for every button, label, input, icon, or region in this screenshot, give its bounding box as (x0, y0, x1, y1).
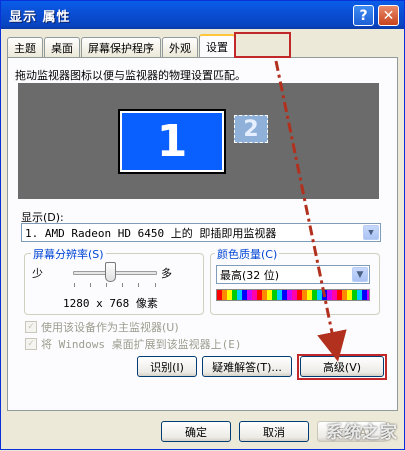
chevron-down-icon[interactable]: ▼ (352, 267, 368, 282)
primary-monitor-checkbox-row: ✓ 使用该设备作为主监视器(U) (25, 319, 179, 335)
slider-tick (74, 283, 75, 287)
close-button[interactable]: ✕ (378, 5, 399, 26)
watermark: 系统之家 (326, 423, 398, 443)
monitor-1-icon[interactable]: 1 (118, 109, 226, 174)
color-quality-select[interactable]: 最高(32 位) ▼ (216, 265, 370, 284)
extend-desktop-label: 将 Windows 桌面扩展到该监视器上(E) (41, 338, 242, 351)
resolution-slider-thumb[interactable] (105, 262, 116, 282)
resolution-min-label: 少 (32, 267, 43, 280)
advanced-button-highlight (297, 354, 387, 380)
close-icon: ✕ (382, 7, 395, 24)
monitor-arrangement: 1 2 (18, 83, 379, 199)
tab-strip: 主题 桌面 屏幕保护程序 外观 设置 (7, 34, 236, 57)
extend-desktop-checkbox: ✓ (25, 338, 37, 350)
tab-desktop[interactable]: 桌面 (44, 37, 80, 57)
identify-button[interactable]: 识别(I) (137, 356, 197, 377)
slider-tick (122, 283, 123, 287)
display-select-value: 1. AMD Radeon HD 6450 上的 即插即用监视器 (25, 226, 277, 240)
tab-appearance[interactable]: 外观 (162, 37, 198, 57)
display-select[interactable]: 1. AMD Radeon HD 6450 上的 即插即用监视器 ▼ (21, 223, 381, 242)
color-quality-title: 颜色质量(C) (215, 246, 280, 262)
slider-tick (155, 283, 156, 287)
tab-screensaver[interactable]: 屏幕保护程序 (81, 37, 161, 57)
resolution-max-label: 多 (161, 267, 172, 280)
window-title: 显示 属性 (9, 9, 71, 25)
title-bar[interactable]: 显示 属性 ? ✕ (1, 1, 404, 29)
help-icon: ? (359, 7, 368, 24)
tab-settings[interactable]: 设置 (199, 34, 235, 57)
ok-button[interactable]: 确定 (161, 421, 231, 442)
display-properties-window: 显示 属性 ? ✕ 主题 桌面 屏幕保护程序 外观 设置 拖动监视器图标以便与监… (0, 0, 405, 450)
color-quality-group (210, 253, 380, 315)
resolution-title: 屏幕分辨率(S) (31, 246, 106, 262)
primary-monitor-checkbox: ✓ (25, 321, 37, 333)
primary-monitor-label: 使用该设备作为主监视器(U) (41, 321, 179, 334)
slider-tick (138, 283, 139, 287)
cancel-button[interactable]: 取消 (239, 421, 309, 442)
instruction-text: 拖动监视器图标以便与监视器的物理设置匹配。 (15, 69, 246, 82)
tab-themes[interactable]: 主题 (7, 37, 43, 57)
extend-desktop-checkbox-row: ✓ 将 Windows 桌面扩展到该监视器上(E) (25, 336, 241, 352)
chevron-down-icon[interactable]: ▼ (363, 225, 379, 240)
tab-settings-highlight (234, 32, 291, 58)
troubleshoot-button[interactable]: 疑难解答(T)... (202, 356, 292, 377)
slider-tick (90, 283, 91, 287)
color-spectrum-bar (216, 289, 370, 301)
monitor-2-icon[interactable]: 2 (234, 115, 268, 143)
help-button[interactable]: ? (353, 5, 374, 26)
resolution-value: 1280 x 768 像素 (63, 297, 158, 310)
color-quality-value: 最高(32 位) (220, 268, 280, 282)
slider-tick (106, 283, 107, 287)
